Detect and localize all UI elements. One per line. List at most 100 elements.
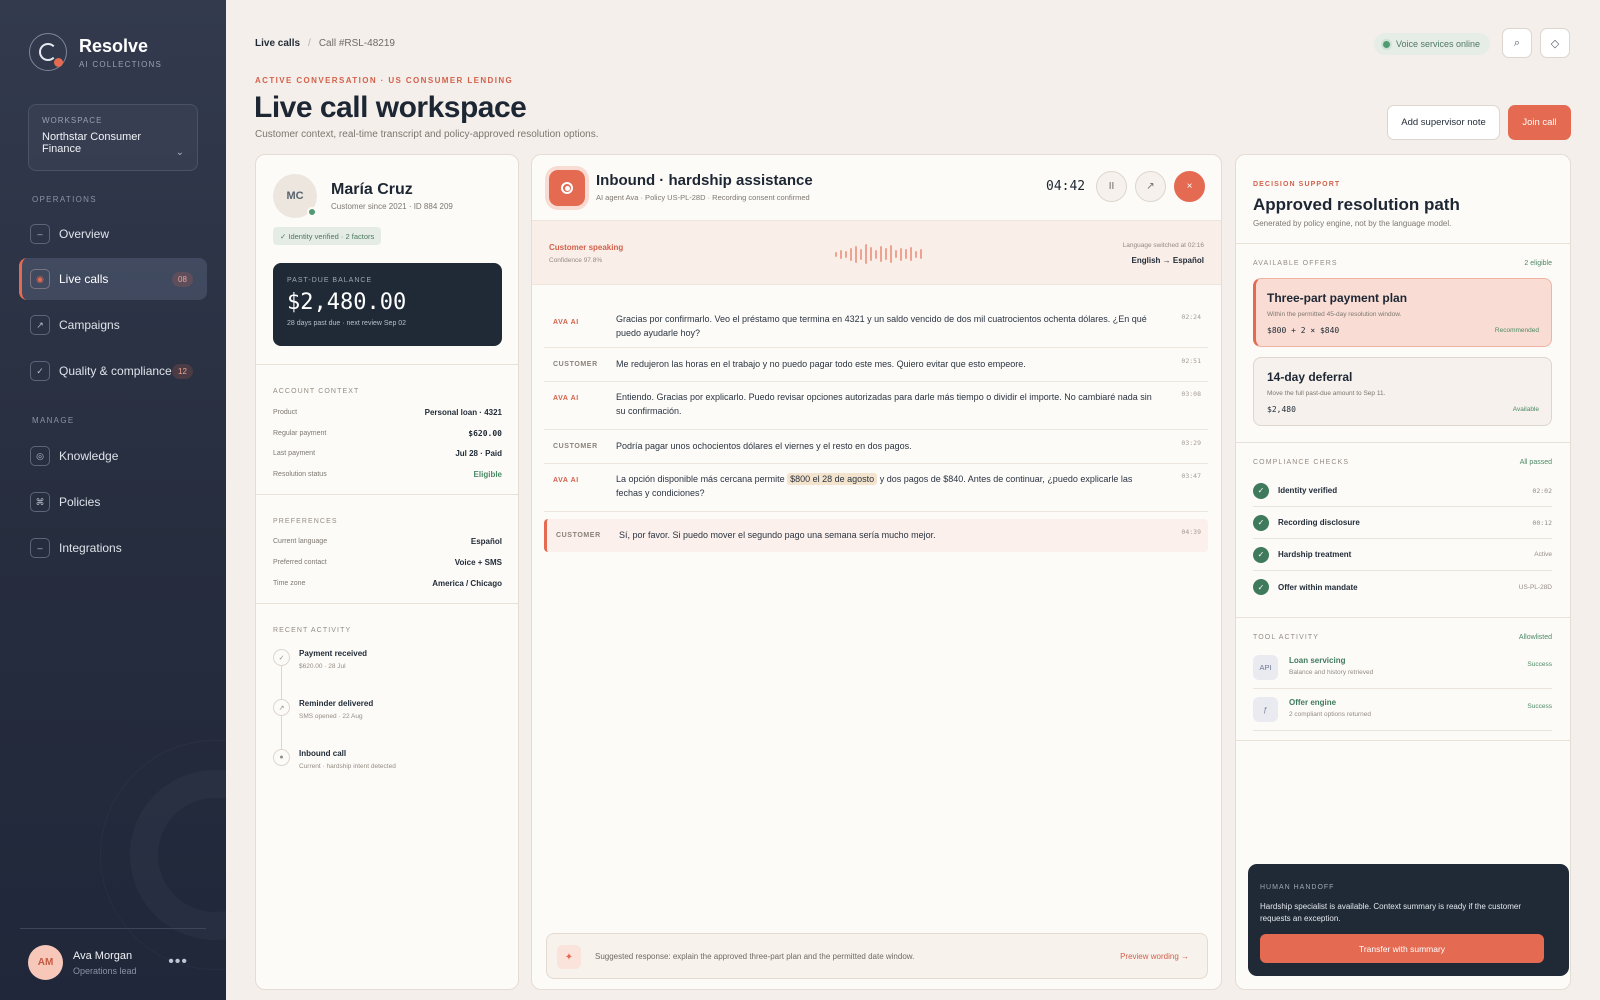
- nav-item-knowledge[interactable]: ◎ Knowledge: [19, 435, 207, 477]
- account-value: Personal loan · 4321: [424, 408, 502, 417]
- nav-item-live-calls[interactable]: ◉ Live calls 08: [19, 258, 207, 300]
- tool-status: Success: [1527, 661, 1552, 668]
- message-time: 04:39: [1181, 528, 1201, 536]
- account-key: Product: [273, 409, 298, 416]
- message-text-part: La opción disponible más cercana permite: [616, 474, 788, 484]
- avatar: AM: [28, 945, 63, 980]
- nav-section-operations: OPERATIONS: [32, 195, 97, 204]
- balance-label: PAST-DUE BALANCE: [287, 277, 373, 284]
- pause-button[interactable]: II: [1096, 171, 1127, 202]
- settings-button[interactable]: ◇: [1540, 28, 1570, 58]
- language-value: English → Español: [1131, 256, 1204, 265]
- message-time: 03:47: [1181, 472, 1201, 480]
- nav-item-label: Overview: [59, 227, 110, 241]
- preference-value: Español: [470, 537, 502, 546]
- workspace-selector[interactable]: WORKSPACE Northstar Consumer Finance ⌄: [28, 104, 198, 171]
- integrations-icon: –: [30, 538, 50, 558]
- arrow-icon: ↗: [1146, 181, 1155, 192]
- account-key: Regular payment: [273, 430, 327, 437]
- balance-meta: 28 days past due · next review Sep 02: [287, 320, 407, 327]
- nav-item-policies[interactable]: ⌘ Policies: [19, 481, 207, 523]
- activity-sub: Current · hardship intent detected: [299, 763, 396, 770]
- compliance-header: COMPLIANCE CHECKS All passed: [1253, 459, 1552, 466]
- check-value: Active: [1534, 551, 1552, 558]
- nav-item-integrations[interactable]: – Integrations: [19, 527, 207, 569]
- offer-highlight[interactable]: $800 el 28 de agosto: [787, 473, 878, 485]
- add-supervisor-note-button[interactable]: Add supervisor note: [1387, 105, 1500, 140]
- message-text: Me redujeron las horas en el trabajo y n…: [616, 359, 1026, 369]
- speaking-label: Customer speaking: [549, 243, 624, 252]
- call-panel: Inbound · hardship assistance AI agent A…: [531, 154, 1222, 990]
- check-icon: ✓: [273, 649, 290, 666]
- balance-value: $2,480.00: [287, 290, 407, 315]
- compliance-check: ✓ Recording disclosure 00:12: [1253, 507, 1552, 539]
- compliance-check: ✓ Offer within mandate US-PL-28D: [1253, 571, 1552, 603]
- transcript-row: AVA AI Entiendo. Gracias por explicarlo.…: [544, 382, 1208, 430]
- record-icon: [549, 170, 585, 206]
- end-call-button[interactable]: ×: [1174, 171, 1205, 202]
- nav-item-quality-compliance[interactable]: ✓ Quality & compliance 12: [19, 350, 207, 392]
- nav-item-label: Policies: [59, 495, 101, 509]
- online-indicator: [307, 207, 317, 217]
- message-time: 03:08: [1181, 390, 1201, 398]
- nav-item-label: Campaigns: [59, 318, 120, 332]
- nav-item-label: Integrations: [59, 541, 122, 555]
- message-text: Podría pagar unos ochocientos dólares el…: [616, 441, 912, 451]
- breadcrumb-separator: /: [308, 38, 311, 49]
- compliance-label: COMPLIANCE CHECKS: [1253, 459, 1350, 466]
- search-button[interactable]: ⌕: [1502, 28, 1532, 58]
- preference-value: Voice + SMS: [454, 558, 502, 567]
- breadcrumb-live-calls[interactable]: Live calls: [255, 38, 300, 49]
- tool-status: Success: [1527, 703, 1552, 710]
- account-row: Resolution status Eligible: [273, 470, 502, 479]
- check-label: Identity verified: [1278, 486, 1338, 495]
- divider: [256, 364, 518, 365]
- transfer-button[interactable]: ↗: [1135, 171, 1166, 202]
- activity-title: Payment received: [299, 649, 368, 658]
- check-label: Hardship treatment: [1278, 550, 1352, 559]
- account-row: Regular payment $620.00: [273, 429, 502, 438]
- customer-meta: Customer since 2021 · ID 884 209: [331, 202, 453, 211]
- past-due-balance-card: PAST-DUE BALANCE $2,480.00 28 days past …: [273, 263, 502, 346]
- decision-eyebrow: DECISION SUPPORT: [1253, 181, 1341, 188]
- tool-name: Offer engine: [1289, 698, 1337, 707]
- speaker-label: CUSTOMER: [553, 443, 598, 450]
- nav-item-label: Quality & compliance: [59, 364, 172, 378]
- offer-desc: Within the permitted 45-day resolution w…: [1267, 311, 1402, 318]
- breadcrumb-current: Call #RSL-48219: [318, 38, 395, 49]
- transfer-with-summary-button[interactable]: Transfer with summary: [1260, 934, 1544, 963]
- nav-section-manage: MANAGE: [32, 416, 75, 425]
- divider: [1236, 617, 1570, 618]
- message-time: 02:24: [1181, 313, 1201, 321]
- message-text: La opción disponible más cercana permite…: [616, 472, 1156, 500]
- user-name: Ava Morgan: [73, 949, 133, 962]
- campaigns-icon: ↗: [30, 315, 50, 335]
- offer-title: Three-part payment plan: [1267, 291, 1408, 305]
- offer-card-recommended[interactable]: Three-part payment plan Within the permi…: [1253, 278, 1552, 347]
- activity-sub: $620.00 · 28 Jul: [299, 663, 346, 670]
- more-icon[interactable]: •••: [168, 953, 188, 971]
- nav-item-campaigns[interactable]: ↗ Campaigns: [19, 304, 207, 346]
- offer-status: Recommended: [1494, 327, 1539, 334]
- tools-header: TOOL ACTIVITY Allowlisted: [1253, 634, 1552, 641]
- brand[interactable]: Resolve AI COLLECTIONS: [29, 33, 162, 71]
- join-call-button[interactable]: Join call: [1508, 105, 1571, 140]
- nav-item-overview[interactable]: – Overview: [19, 213, 207, 255]
- function-icon: ƒ: [1253, 697, 1278, 722]
- speaking-indicator: Customer speaking Confidence 97.8% Langu…: [532, 220, 1221, 285]
- chevron-down-icon: ⌄: [175, 147, 184, 158]
- preview-wording-link[interactable]: Preview wording →: [1120, 952, 1189, 961]
- offer-card[interactable]: 14-day deferral Move the full past-due a…: [1253, 357, 1552, 426]
- brand-subtitle: AI COLLECTIONS: [79, 59, 163, 69]
- language-switch-note: Language switched at 02:16: [1122, 242, 1204, 249]
- tool-desc: 2 compliant options returned: [1289, 711, 1372, 718]
- quality-count-badge: 12: [172, 363, 193, 379]
- preference-row: Time zone America / Chicago: [273, 579, 502, 588]
- preference-row: Preferred contact Voice + SMS: [273, 558, 502, 567]
- check-icon: ✓: [1253, 514, 1269, 531]
- page-subtitle: Customer context, real-time transcript a…: [255, 129, 599, 140]
- user-profile[interactable]: AM Ava Morgan Operations lead •••: [20, 928, 206, 980]
- tool-row: ƒ Offer engine 2 compliant options retur…: [1253, 689, 1552, 731]
- account-context-label: ACCOUNT CONTEXT: [273, 388, 360, 395]
- preference-value: America / Chicago: [432, 579, 502, 588]
